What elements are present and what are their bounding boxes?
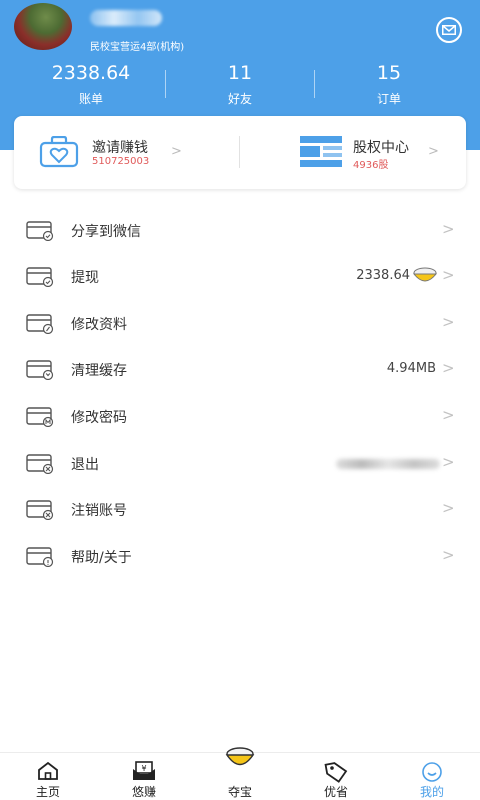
stat-orders-label: 订单 xyxy=(376,92,401,106)
quick-actions-card: 邀请赚钱 510725003 > 股权中心 4936股 > xyxy=(14,116,466,189)
tag-icon xyxy=(324,762,348,783)
tab-label: 悠赚 xyxy=(131,785,156,799)
tab-home[interactable]: 主页 xyxy=(0,753,96,800)
chevron-right-icon: > xyxy=(428,144,439,159)
stat-bill[interactable]: 2338.64 账单 xyxy=(16,62,166,107)
tab-label: 优省 xyxy=(323,785,348,799)
menu-item-clear-cache[interactable]: 清理缓存 4.94MB > xyxy=(0,347,480,393)
tab-label: 主页 xyxy=(35,785,60,799)
chevron-right-icon: > xyxy=(442,453,455,471)
stat-orders-value: 15 xyxy=(376,62,402,84)
wallet-icon: ¥ xyxy=(133,761,155,780)
chevron-right-icon: > xyxy=(442,220,455,238)
menu-item-edit-profile[interactable]: 修改资料 > xyxy=(0,301,480,347)
username-blurred xyxy=(90,10,162,26)
withdraw-balance: 2338.64 xyxy=(356,268,410,283)
avatar[interactable] xyxy=(14,3,72,50)
card-edit-icon xyxy=(26,314,54,335)
stat-friends[interactable]: 11 好友 xyxy=(165,62,315,107)
tab-label: 夺宝 xyxy=(227,785,252,799)
menu-item-delete-account[interactable]: 注销账号 > xyxy=(0,487,480,533)
svg-text:¥: ¥ xyxy=(141,764,146,773)
menu-item-label: 帮助/关于 xyxy=(71,550,132,566)
menu-item-share-wechat[interactable]: 分享到微信 > xyxy=(0,208,480,254)
gift-bag-icon xyxy=(39,135,79,172)
card-password-icon xyxy=(26,407,54,428)
bottom-tab-bar: 主页 ¥ 悠赚 夺宝 优省 我的 xyxy=(0,747,480,800)
card-delete-icon xyxy=(26,500,54,521)
card-clear-icon xyxy=(26,360,54,381)
stat-orders[interactable]: 15 订单 xyxy=(314,62,464,107)
cache-size: 4.94MB xyxy=(386,361,436,376)
tab-mine[interactable]: 我的 xyxy=(384,753,480,800)
tab-save[interactable]: 优省 xyxy=(288,753,384,800)
tab-label: 我的 xyxy=(419,785,444,799)
card-logout-icon xyxy=(26,454,54,475)
menu-item-label: 修改密码 xyxy=(71,410,127,426)
chevron-right-icon: > xyxy=(442,406,455,424)
gold-bowl-icon xyxy=(412,266,438,288)
menu-item-help-about[interactable]: 帮助/关于 > xyxy=(0,534,480,580)
menu-item-label: 退出 xyxy=(71,457,99,473)
equity-title: 股权中心 xyxy=(353,140,409,156)
menu-item-label: 注销账号 xyxy=(71,503,127,519)
invite-code: 510725003 xyxy=(92,156,150,167)
menu-item-logout[interactable]: 退出 > xyxy=(0,441,480,487)
tab-earn[interactable]: ¥ 悠赚 xyxy=(96,753,192,800)
menu-item-withdraw[interactable]: 提现 2338.64 > xyxy=(0,254,480,300)
chevron-right-icon: > xyxy=(171,144,182,159)
invite-earn-entry[interactable]: 邀请赚钱 510725003 > xyxy=(14,116,239,189)
chevron-right-icon: > xyxy=(442,546,455,564)
stat-bill-label: 账单 xyxy=(78,92,103,106)
stat-friends-value: 11 xyxy=(227,62,253,84)
stat-bill-value: 2338.64 xyxy=(51,62,131,84)
equity-chart-icon xyxy=(300,136,342,172)
menu-item-change-password[interactable]: 修改密码 > xyxy=(0,394,480,440)
chevron-right-icon: > xyxy=(442,499,455,517)
chevron-right-icon: > xyxy=(442,313,455,331)
smile-icon xyxy=(422,762,442,782)
equity-center-entry[interactable]: 股权中心 4936股 > xyxy=(240,116,466,189)
card-help-icon xyxy=(26,547,54,568)
treasure-bowl-icon xyxy=(225,747,255,766)
invite-title: 邀请赚钱 xyxy=(92,140,148,156)
menu-item-label: 清理缓存 xyxy=(71,363,127,379)
card-withdraw-icon xyxy=(26,267,54,288)
equity-shares: 4936股 xyxy=(353,160,389,171)
card-share-icon xyxy=(26,221,54,242)
stat-friends-label: 好友 xyxy=(227,92,252,106)
account-blurred xyxy=(336,459,440,469)
menu-item-label: 修改资料 xyxy=(71,317,127,333)
home-icon xyxy=(38,761,58,780)
tab-treasure[interactable]: 夺宝 xyxy=(192,747,288,800)
menu-item-label: 分享到微信 xyxy=(71,224,141,240)
menu-item-label: 提现 xyxy=(71,270,99,286)
org-name: 民校宝营运4部(机构) xyxy=(90,42,185,53)
mail-icon[interactable] xyxy=(436,17,462,43)
chevron-right-icon: > xyxy=(442,266,455,284)
chevron-right-icon: > xyxy=(442,359,455,377)
